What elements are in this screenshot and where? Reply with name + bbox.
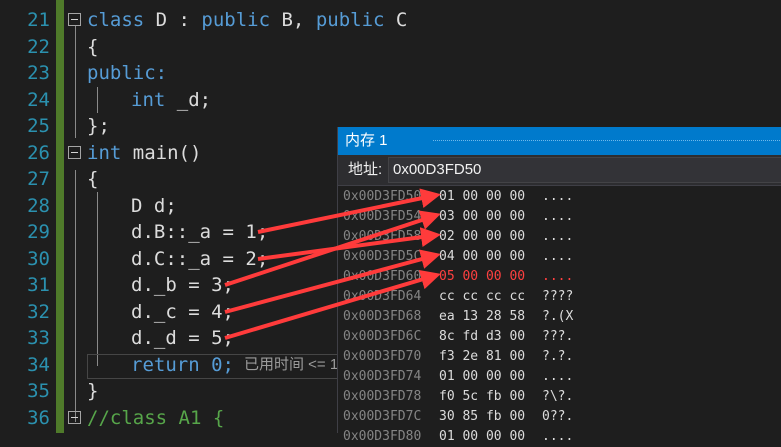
code-text: { bbox=[87, 35, 99, 58]
memory-window[interactable]: 内存 1 地址: 0x00D3FD50 0x00D3FD50 01 00 00 0… bbox=[337, 127, 781, 444]
line-number: 27 bbox=[27, 168, 50, 190]
memory-bytes[interactable]: 03 00 00 00 bbox=[439, 207, 525, 227]
line-number: 26 bbox=[27, 141, 50, 164]
memory-ascii: ???. bbox=[542, 329, 574, 344]
memory-bytes[interactable]: 30 85 fb 00 bbox=[439, 407, 525, 427]
memory-bytes[interactable]: ea 13 28 58 bbox=[439, 307, 525, 327]
memory-bytes[interactable]: f3 2e 81 00 bbox=[439, 347, 525, 367]
code-text: int main() bbox=[87, 141, 202, 164]
memory-bytes[interactable]: cc cc cc cc bbox=[439, 287, 525, 307]
memory-address: 0x00D3FD5C bbox=[343, 249, 422, 264]
code-text: { bbox=[87, 168, 99, 190]
memory-bytes[interactable]: 01 00 00 00 bbox=[439, 427, 525, 447]
memory-ascii: ???? bbox=[542, 289, 574, 304]
memory-address: 0x00D3FD80 bbox=[343, 429, 422, 444]
memory-address: 0x00D3FD74 bbox=[343, 369, 422, 384]
memory-ascii: .... bbox=[542, 429, 574, 444]
memory-address: 0x00D3FD50 bbox=[343, 189, 422, 204]
memory-bytes[interactable]: 05 00 00 00 bbox=[439, 267, 525, 287]
code-line-23[interactable]: 23 public: bbox=[0, 60, 781, 87]
memory-window-title[interactable]: 内存 1 bbox=[338, 127, 781, 155]
line-number: 36 bbox=[27, 406, 50, 429]
memory-bytes[interactable]: f0 5c fb 00 bbox=[439, 387, 525, 407]
code-text: d.C::_a = 2; bbox=[131, 247, 269, 270]
code-text: d._b = 3; bbox=[131, 274, 234, 296]
address-label: 地址: bbox=[348, 161, 383, 178]
elapsed-time-hint[interactable]: 已用时间 <= 1 bbox=[244, 352, 338, 379]
memory-address: 0x00D3FD64 bbox=[343, 289, 422, 304]
line-number: 34 bbox=[27, 353, 50, 376]
code-text: } bbox=[87, 380, 99, 402]
return-statement: return 0; bbox=[131, 353, 234, 376]
memory-address: 0x00D3FD58 bbox=[343, 229, 422, 244]
memory-address: 0x00D3FD60 bbox=[343, 269, 422, 284]
line-number: 28 bbox=[27, 194, 50, 217]
memory-bytes[interactable]: 01 00 00 00 bbox=[439, 367, 525, 387]
line-number: 25 bbox=[27, 115, 50, 137]
line-number: 22 bbox=[27, 35, 50, 58]
code-text: public: bbox=[87, 62, 168, 84]
code-line-24[interactable]: 24 int _d; bbox=[0, 87, 781, 114]
memory-bytes[interactable]: 8c fd d3 00 bbox=[439, 327, 525, 347]
code-text: //class A1 { bbox=[87, 406, 225, 429]
memory-address: 0x00D3FD54 bbox=[343, 209, 422, 224]
memory-address: 0x00D3FD7C bbox=[343, 409, 422, 424]
code-text: d._c = 4; bbox=[131, 300, 234, 323]
line-number: 23 bbox=[27, 62, 50, 84]
line-number: 21 bbox=[27, 9, 50, 31]
code-text: class D : public B, public C bbox=[87, 9, 408, 31]
code-text: }; bbox=[87, 115, 110, 137]
line-number: 35 bbox=[27, 380, 50, 402]
collapse-icon[interactable] bbox=[68, 145, 81, 159]
memory-ascii: 0??. bbox=[542, 409, 574, 424]
collapse-icon[interactable] bbox=[68, 13, 81, 26]
memory-ascii: .... bbox=[542, 189, 574, 204]
memory-ascii: ?.(X bbox=[542, 309, 574, 324]
memory-bytes[interactable]: 02 00 00 00 bbox=[439, 227, 525, 247]
memory-bytes[interactable]: 04 00 00 00 bbox=[439, 247, 525, 267]
collapse-icon[interactable] bbox=[68, 410, 81, 424]
memory-ascii: .... bbox=[542, 229, 574, 244]
line-number: 29 bbox=[27, 221, 50, 243]
memory-ascii: .... bbox=[542, 269, 574, 284]
code-text: d.B::_a = 1; bbox=[131, 221, 269, 243]
line-number: 30 bbox=[27, 247, 50, 270]
memory-address: 0x00D3FD70 bbox=[343, 349, 422, 364]
address-bar: 地址: 0x00D3FD50 bbox=[338, 155, 781, 186]
line-number: 33 bbox=[27, 327, 50, 349]
address-input[interactable]: 0x00D3FD50 bbox=[388, 157, 781, 183]
line-number: 24 bbox=[27, 88, 50, 111]
code-text: d._d = 5; bbox=[131, 327, 234, 349]
line-number: 32 bbox=[27, 300, 50, 323]
memory-ascii: .... bbox=[542, 249, 574, 264]
memory-bytes[interactable]: 01 00 00 00 bbox=[439, 187, 525, 207]
memory-ascii: ?\?. bbox=[542, 389, 574, 404]
code-line-22[interactable]: 22 { bbox=[0, 34, 781, 61]
code-text: return 0; bbox=[131, 352, 234, 379]
memory-address: 0x00D3FD6C bbox=[343, 329, 422, 344]
line-number: 31 bbox=[27, 274, 50, 296]
memory-ascii: .... bbox=[542, 209, 574, 224]
memory-address: 0x00D3FD68 bbox=[343, 309, 422, 324]
code-text: int _d; bbox=[131, 88, 212, 111]
memory-address: 0x00D3FD78 bbox=[343, 389, 422, 404]
memory-ascii: .... bbox=[542, 369, 574, 384]
memory-ascii: ?.?. bbox=[542, 349, 574, 364]
code-text: D d; bbox=[131, 194, 177, 217]
code-line-21[interactable]: 21 class D : public B, public C bbox=[0, 7, 781, 34]
